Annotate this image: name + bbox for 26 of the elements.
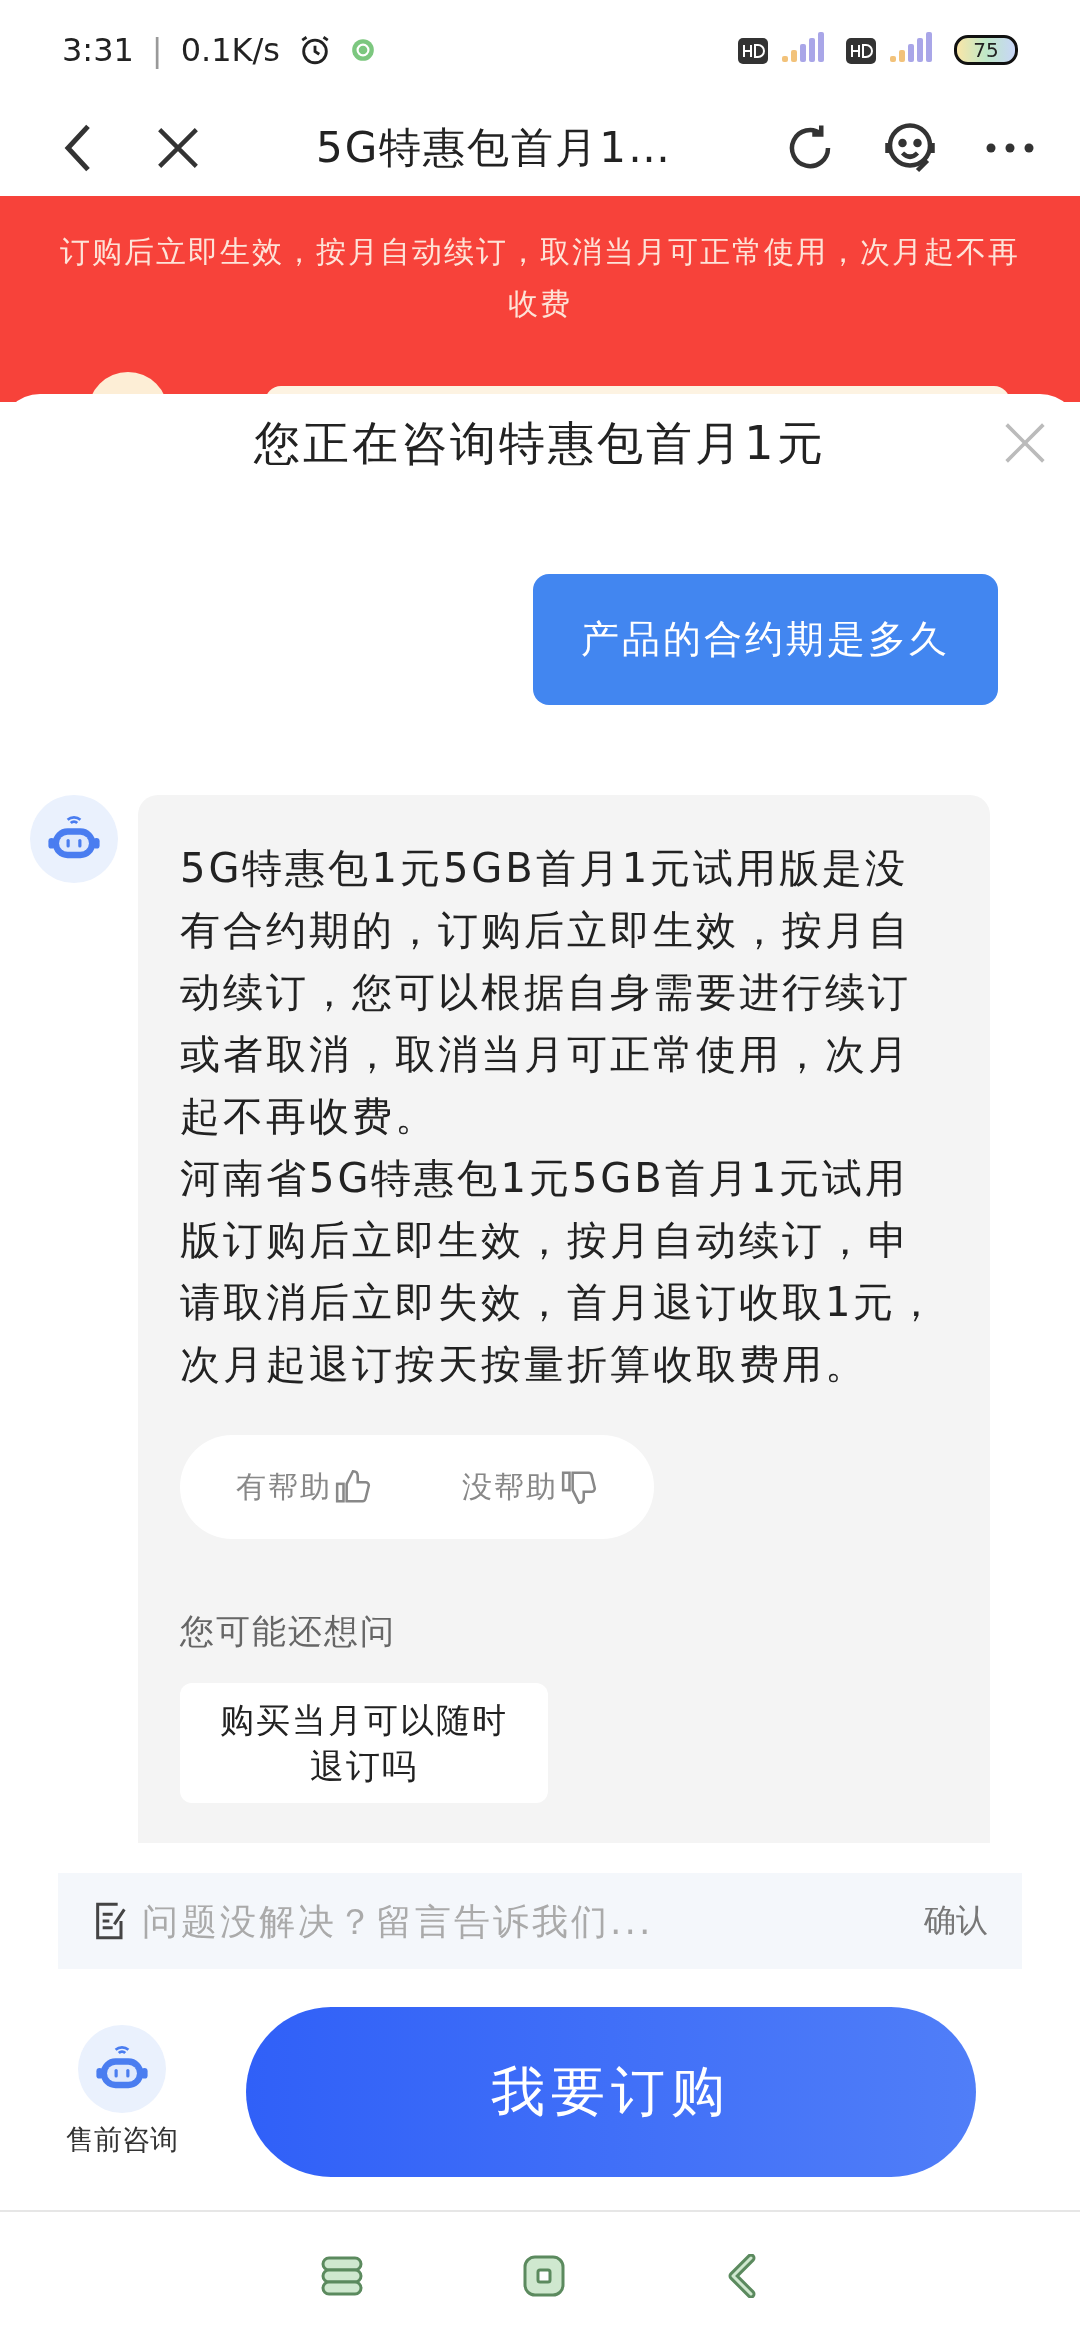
sheet-title: 您正在咨询特惠包首月1元 — [254, 415, 826, 472]
more-icon — [985, 142, 1035, 154]
order-button[interactable]: 我要订购 — [246, 2007, 976, 2177]
consult-label: 售前咨询 — [66, 2122, 178, 2158]
close-icon — [156, 126, 200, 170]
network-speed: 0.1K/s — [180, 31, 280, 69]
app-notification-icon — [349, 37, 376, 63]
battery-level: 75 — [954, 35, 1018, 65]
helpful-button[interactable]: 有帮助 — [236, 1466, 372, 1508]
banner-text: 订购后立即生效，按月自动续订，取消当月可正常使用，次月起不再收费 — [59, 233, 1021, 323]
thumbs-up-icon — [334, 1468, 372, 1506]
thumbs-down-icon — [560, 1468, 598, 1506]
clock-time: 3:31 — [62, 31, 134, 69]
confirm-button[interactable]: 确认 — [918, 1898, 994, 1944]
answer-paragraph: 河南省5G特惠包1元5GB首月1元试用版订购后立即生效，按月自动续订，申请取消后立即失效，首月退订收取1元，次月起退订按天按量折算收取费用。 — [180, 1154, 941, 1389]
suggested-question[interactable]: 购买当月可以随时退订吗 — [180, 1683, 548, 1803]
message-field[interactable]: 问题没解决？留言告诉我们... 确认 — [58, 1873, 1022, 1969]
user-message: 产品的合约期是多久 — [533, 574, 998, 705]
suggestions-heading: 您可能还想问 — [180, 1610, 397, 1653]
not-helpful-button[interactable]: 没帮助 — [462, 1466, 598, 1508]
note-icon — [94, 1901, 128, 1941]
separator-text: | — [151, 31, 163, 69]
menu-icon[interactable] — [321, 2256, 363, 2296]
answer-paragraph: 5G特惠包1元5GB首月1元试用版是没有合约期的，订购后立即生效，按月自动续订，您可以根据自身需要进行续订或者取消，取消当月可正常使用，次月起不再收费。 — [180, 844, 912, 1141]
page-title: 5G特惠包首月1… — [315, 122, 673, 174]
home-icon[interactable] — [523, 2255, 565, 2297]
